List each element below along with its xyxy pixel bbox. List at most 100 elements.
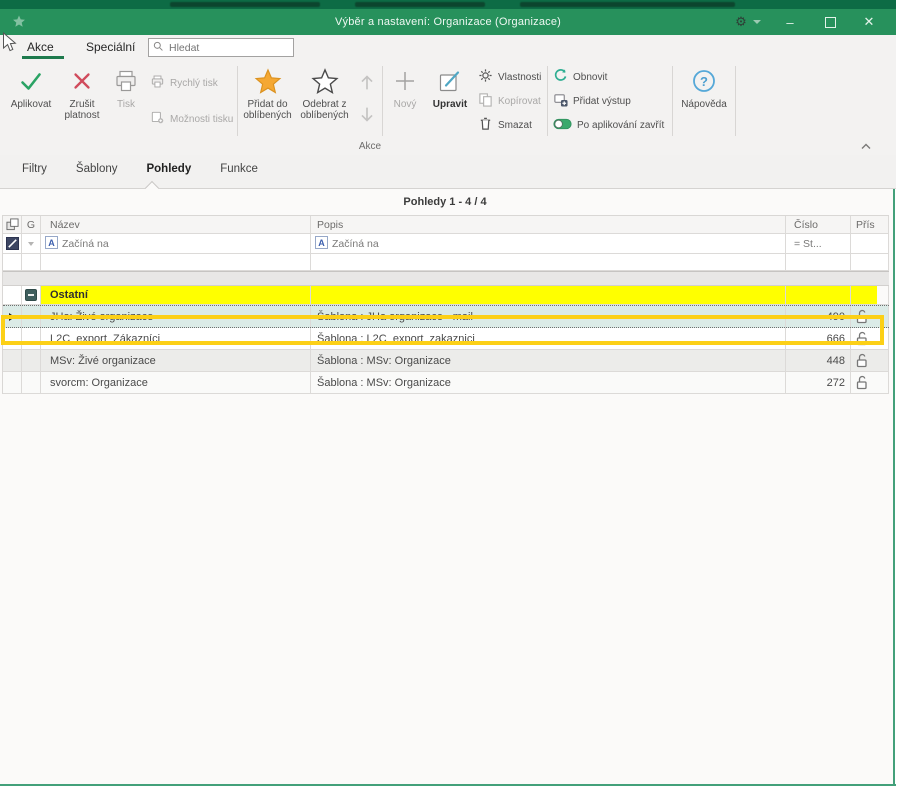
x-icon [69,66,95,96]
lock-open-icon [851,306,889,327]
group-row-ostatni[interactable]: Ostatní [3,286,889,305]
empty-cell [41,254,311,270]
search-input[interactable] [167,41,281,55]
filter-pristup-cell[interactable] [851,234,889,253]
views-grid: G Název Popis Číslo Přís A Začíná na A Z… [2,215,889,394]
arrow-up-icon[interactable] [356,70,378,99]
new-button[interactable]: Nový [384,63,426,139]
star-outline-icon [311,66,339,96]
row-nazev: MSv: Živé organizace [41,350,311,371]
empty-cell [22,254,41,270]
lock-open-icon [851,328,889,349]
tab-sablony[interactable]: Šablony [76,163,118,175]
delete-button[interactable]: Smazat [474,115,546,135]
menu-item-specialni[interactable]: Speciální [86,40,135,54]
settings-gear-icon[interactable]: ⚙ [728,9,754,35]
svg-text:?: ? [700,74,708,89]
ribbon-separator [237,66,238,136]
print-label: Tisk [117,99,135,110]
close-after-apply-label: Po aplikování zavřít [577,120,664,131]
view-actions-stack: Obnovit Přidat výstup Po aplikování zavř… [549,63,671,139]
add-favorite-label: Přidat do oblíbených [239,99,296,121]
filter-edit-icon[interactable] [3,234,22,253]
print-settings-button[interactable]: Možnosti tisku [146,109,236,129]
ribbon: Aplikovat Zrušit platnost Tisk Rychlý ti… [0,60,896,155]
filter-popis-value: Začíná na [332,238,379,250]
star-filled-icon [254,66,282,96]
search-box[interactable] [148,38,294,57]
grid-caption: Pohledy 1 - 4 / 4 [2,196,888,208]
chevron-down-icon[interactable] [753,20,761,24]
gear-icon [478,68,493,86]
add-output-label: Přidat výstup [573,96,631,107]
refresh-button[interactable]: Obnovit [549,67,671,87]
empty-cell [3,286,22,304]
column-header-pristup[interactable]: Přís [851,216,889,233]
ribbon-separator [735,66,736,136]
apply-button[interactable]: Aplikovat [4,63,58,139]
row-cislo: 448 [786,350,851,371]
add-favorite-button[interactable]: Přidat do oblíbených [239,63,296,139]
ribbon-collapse-chevron[interactable] [860,138,872,156]
copy-button[interactable]: Kopírovat [474,91,546,111]
table-row[interactable]: L2C_export_Zákazníci Šablona : L2C_expor… [3,328,889,350]
arrow-down-icon[interactable] [356,103,378,132]
empty-cell [3,254,22,270]
row-popis: Šablona : MSv: Organizace [311,372,786,393]
filter-nazev-cell[interactable]: A Začíná na [41,234,311,253]
titlebar: Výběr a nastavení: Organizace (Organizac… [0,9,896,35]
menu-item-akce[interactable]: Akce [27,40,54,54]
row-gutter-cell [3,350,22,371]
row-popis: Šablona : MSv: Organizace [311,350,786,371]
close-after-apply-toggle[interactable]: Po aplikování zavřít [549,115,671,135]
quick-print-button[interactable]: Rychlý tisk [146,73,236,93]
empty-cell [851,254,889,270]
help-icon: ? [691,66,717,96]
tab-pohledy[interactable]: Pohledy [146,163,191,175]
column-header-g[interactable]: G [22,216,41,233]
group-cell [851,286,889,304]
properties-button[interactable]: Vlastnosti [474,67,546,87]
copy-icon [478,92,493,110]
add-output-button[interactable]: Přidat výstup [549,91,671,111]
ribbon-separator [382,66,383,136]
item-actions-stack: Vlastnosti Kopírovat Smazat [474,63,546,139]
table-row[interactable]: svorcm: Organizace Šablona : MSv: Organi… [3,372,889,394]
help-button[interactable]: ? Nápověda [674,63,734,139]
table-row[interactable]: JHa: Živé organizace Šablona : JHa organ… [3,305,889,328]
column-header-cislo[interactable]: Číslo [786,216,851,233]
tab-filtry[interactable]: Filtry [22,163,47,175]
column-header-nazev[interactable]: Název [41,216,311,233]
properties-label: Vlastnosti [498,72,541,83]
table-row[interactable]: MSv: Živé organizace Šablona : MSv: Orga… [3,350,889,372]
filter-g-dropdown[interactable] [22,234,41,253]
grid-separator-band [3,271,889,286]
content-area: Pohledy 1 - 4 / 4 G Název Popis Číslo Př… [0,189,893,784]
printer-small-icon [150,74,165,92]
printer-add-icon [553,92,568,110]
minimize-button[interactable]: – [776,9,804,35]
row-g-cell [22,328,41,349]
reorder-arrows [353,63,381,139]
quick-print-label: Rychlý tisk [170,78,218,89]
column-chooser-icon[interactable] [3,216,22,233]
print-button[interactable]: Tisk [106,63,146,139]
check-icon [18,66,44,96]
maximize-button[interactable] [816,9,844,35]
invalidate-button[interactable]: Zrušit platnost [58,63,106,139]
collapse-group-icon[interactable] [22,286,41,304]
edit-button[interactable]: Upravit [426,63,474,139]
print-options-stack: Rychlý tisk Možnosti tisku [146,63,236,139]
chevron-down-icon [28,242,34,246]
row-g-cell [22,306,41,327]
filter-cislo-cell[interactable]: = St... [786,234,851,253]
remove-favorite-button[interactable]: Odebrat z oblíbených [296,63,353,139]
close-button[interactable]: ✕ [854,9,884,35]
row-g-cell [22,372,41,393]
tab-funkce[interactable]: Funkce [220,163,258,175]
help-label: Nápověda [681,99,727,110]
filter-popis-cell[interactable]: A Začíná na [311,234,786,253]
column-header-popis[interactable]: Popis [311,216,786,233]
row-popis: Šablona : L2C_export_zakaznici [311,328,786,349]
apply-label: Aplikovat [11,99,52,110]
